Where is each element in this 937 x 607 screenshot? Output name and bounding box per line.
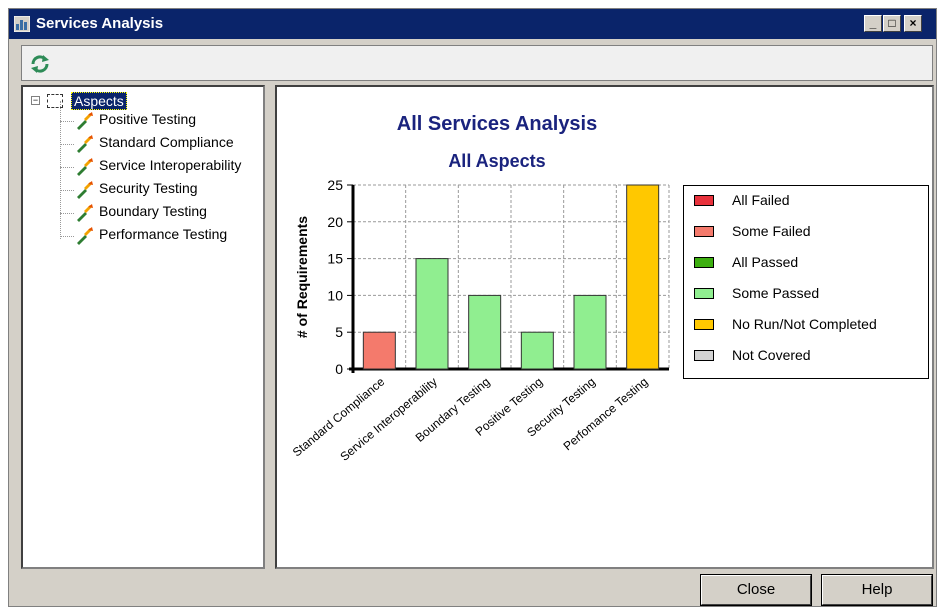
bar	[520, 331, 554, 370]
chart-app-icon	[14, 16, 30, 32]
bar	[415, 258, 449, 370]
y-tick-label: 10	[327, 287, 343, 303]
help-button[interactable]: Help	[821, 574, 933, 606]
aspect-icon	[77, 135, 93, 153]
tree-item-label: Performance Testing	[99, 226, 228, 242]
legend-swatch	[694, 226, 714, 237]
x-tick-label: Standard Compliance	[290, 374, 388, 459]
legend-label: All Passed	[732, 254, 799, 270]
aspect-icon	[77, 227, 93, 245]
bar	[362, 331, 396, 370]
legend-label: Not Covered	[732, 347, 811, 363]
tree-item-label: Boundary Testing	[99, 203, 207, 219]
tree-connector	[60, 121, 74, 123]
legend-swatch	[694, 350, 714, 361]
tree-connector	[60, 213, 74, 215]
tree-connector	[60, 236, 74, 238]
collapse-icon[interactable]: −	[31, 96, 40, 105]
y-tick-label: 25	[327, 177, 343, 193]
minimize-button[interactable]: _	[864, 15, 882, 32]
y-tick-label: 5	[335, 324, 343, 340]
chart-panel: All Services Analysis All Aspects 0 5 10 15…	[275, 85, 934, 569]
legend-swatch	[694, 319, 714, 330]
y-tick-label: 15	[327, 251, 343, 267]
legend-swatch	[694, 257, 714, 268]
chart-legend: All Failed Some Failed All Passed Some Pass…	[683, 185, 929, 379]
y-axis-label: # of Requirements	[294, 216, 310, 338]
toolbar	[21, 45, 933, 81]
chart-subtitle: All Aspects	[448, 151, 546, 171]
y-tick-label: 20	[327, 214, 343, 230]
close-window-button[interactable]: ×	[904, 15, 922, 32]
y-tick-label: 0	[335, 361, 343, 377]
bar	[468, 294, 502, 370]
refresh-icon[interactable]	[28, 52, 52, 76]
x-tick-label: Service Interoperability	[337, 375, 440, 464]
tree-item-label: Service Interoperability	[99, 157, 242, 173]
aspect-icon	[77, 204, 93, 222]
bar	[626, 184, 660, 370]
legend-label: Some Failed	[732, 223, 811, 239]
tree-item-label: Security Testing	[99, 180, 198, 196]
tree-connector	[60, 190, 74, 192]
close-button[interactable]: Close	[700, 574, 812, 606]
tree-root-label[interactable]: Aspects	[71, 92, 127, 110]
aspect-icon	[77, 112, 93, 130]
tree-connector	[60, 144, 74, 146]
tree-connector	[60, 167, 74, 169]
tree-item-label: Standard Compliance	[99, 134, 234, 150]
chart-title: All Services Analysis	[396, 113, 598, 135]
window-title: Services Analysis	[36, 15, 164, 32]
aspect-icon	[77, 181, 93, 199]
legend-swatch	[694, 288, 714, 299]
legend-label: Some Passed	[732, 285, 820, 301]
title-bar[interactable]: Services Analysis _ □ ×	[9, 9, 936, 39]
legend-label: No Run/Not Completed	[732, 316, 877, 332]
services-analysis-window: Services Analysis _ □ × − Aspects Positi…	[8, 8, 937, 607]
tree-item-label: Positive Testing	[99, 111, 197, 127]
legend-swatch	[694, 195, 714, 206]
legend-label: All Failed	[732, 192, 790, 208]
aspects-tree: − Aspects Positive Testing Standard Compl…	[21, 85, 265, 569]
bar-chart: 0 5 10 15 20 25 # of Requirements Standard Comp…	[290, 177, 670, 464]
bar	[573, 294, 607, 370]
aspect-icon	[77, 158, 93, 176]
maximize-button[interactable]: □	[883, 15, 901, 32]
